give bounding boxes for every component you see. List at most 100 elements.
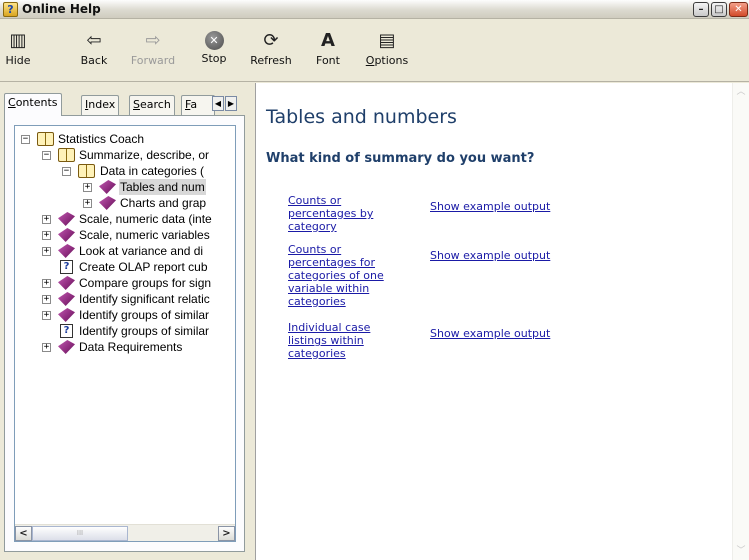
link-line: categories of one	[288, 269, 384, 282]
tree-item[interactable]: − Summarize, describe, or	[15, 147, 235, 163]
expand-icon[interactable]: +	[42, 279, 51, 288]
book-icon	[58, 292, 75, 306]
link-line: listings within	[288, 334, 364, 347]
tree-item[interactable]: + Charts and grap	[15, 195, 235, 211]
book-icon	[58, 308, 75, 322]
collapse-icon[interactable]: −	[62, 167, 71, 176]
tree-item[interactable]: − Data in categories (	[15, 163, 235, 179]
show-example-output-link[interactable]: Show example output	[430, 249, 550, 262]
options-icon: ▤	[378, 30, 396, 51]
maximize-button[interactable]: □	[711, 2, 727, 17]
tree-item[interactable]: + Compare groups for sign	[15, 275, 235, 291]
expand-icon[interactable]: +	[42, 343, 51, 352]
book-icon	[58, 212, 75, 226]
back-label: Back	[80, 54, 108, 67]
contents-tree: − Statistics Coach − Summarize, describe…	[14, 125, 236, 542]
font-icon: A	[321, 30, 335, 51]
tab-search[interactable]: Search	[129, 95, 175, 115]
stop-button[interactable]: ✕ Stop	[197, 27, 231, 77]
collapse-icon[interactable]: −	[21, 135, 30, 144]
book-icon	[58, 340, 75, 354]
tree-item-label: Scale, numeric variables	[79, 228, 210, 242]
hide-button[interactable]: ▥ Hide	[2, 27, 34, 77]
summary-option-link[interactable]: Individual case listings within categori…	[288, 321, 418, 360]
tree-item-label: Statistics Coach	[58, 132, 145, 146]
back-button[interactable]: ⇦ Back	[78, 27, 110, 77]
expand-icon[interactable]: +	[42, 295, 51, 304]
tab-contents[interactable]: Contents	[4, 93, 62, 116]
show-example-output-link[interactable]: Show example output	[430, 200, 550, 213]
expand-icon[interactable]: +	[42, 215, 51, 224]
summary-option-link[interactable]: Counts or percentages for categories of …	[288, 243, 418, 308]
tree-item[interactable]: + Data Requirements	[15, 339, 235, 355]
options-button[interactable]: ▤ Options	[364, 27, 410, 77]
help-topic-icon: ?	[60, 324, 73, 338]
tree-item[interactable]: + Identify groups of similar	[15, 307, 235, 323]
tree-item-label: Scale, numeric data (inte	[79, 212, 212, 226]
tree-item[interactable]: − Statistics Coach	[15, 131, 235, 147]
font-button[interactable]: A Font	[314, 27, 342, 77]
summary-option-link[interactable]: Counts or percentages by category	[288, 194, 418, 233]
help-topic-icon: ?	[60, 260, 73, 274]
expand-icon[interactable]: +	[42, 231, 51, 240]
tab-index[interactable]: Index	[81, 95, 120, 115]
tab-scroll-left-icon[interactable]: ◀	[212, 96, 224, 111]
topic-pane: Tables and numbers What kind of summary …	[255, 83, 749, 560]
tab-favorites[interactable]: Fa	[181, 95, 215, 115]
scroll-up-icon[interactable]: ︿	[735, 86, 747, 98]
hide-label: Hide	[5, 54, 31, 67]
tree-item[interactable]: + Tables and num	[15, 179, 235, 195]
expand-icon[interactable]: +	[83, 183, 92, 192]
options-label: Options	[365, 54, 409, 67]
tab-scroll-right-icon[interactable]: ▶	[225, 96, 237, 111]
tree-item-label: Identify significant relatic	[79, 292, 210, 306]
font-label: Font	[316, 54, 340, 67]
link-line: percentages by	[288, 207, 374, 220]
expand-icon[interactable]: +	[42, 247, 51, 256]
scroll-right-icon[interactable]: >	[218, 526, 235, 541]
forward-button[interactable]: ⇨ Forward	[130, 27, 176, 77]
link-line: percentages for	[288, 256, 375, 269]
stop-label: Stop	[201, 52, 227, 65]
minimize-button[interactable]: –	[693, 2, 709, 17]
link-line: Counts or	[288, 194, 342, 207]
expand-icon[interactable]: +	[83, 199, 92, 208]
link-line: category	[288, 220, 337, 233]
tree-item[interactable]: + Scale, numeric variables	[15, 227, 235, 243]
toolbar: ▥ Hide ⇦ Back ⇨ Forward ✕ Stop ⟳ Refresh…	[0, 20, 749, 82]
collapse-icon[interactable]: −	[42, 151, 51, 160]
title-bar: ? Online Help – □ ✕	[0, 0, 749, 19]
link-line: Individual case	[288, 321, 371, 334]
open-book-icon	[58, 148, 75, 162]
book-icon	[99, 180, 116, 194]
open-book-icon	[37, 132, 54, 146]
forward-label: Forward	[130, 54, 176, 67]
tree-item[interactable]: ? Identify groups of similar	[15, 323, 235, 339]
open-book-icon	[78, 164, 95, 178]
book-icon	[58, 244, 75, 258]
tree-item-label: Identify groups of similar	[79, 324, 210, 338]
tree-item-label: Summarize, describe, or	[79, 148, 210, 162]
link-line: Counts or	[288, 243, 342, 256]
tree-item[interactable]: ? Create OLAP report cub	[15, 259, 235, 275]
window-title: Online Help	[22, 2, 101, 16]
close-button[interactable]: ✕	[729, 2, 748, 17]
refresh-icon: ⟳	[263, 30, 279, 51]
scrollbar-thumb[interactable]: III	[32, 526, 128, 541]
stop-icon: ✕	[204, 31, 224, 50]
scroll-down-icon[interactable]: ﹀	[735, 545, 747, 557]
tree-item-label: Look at variance and di	[79, 244, 204, 258]
book-icon	[99, 196, 116, 210]
tree-item[interactable]: + Identify significant relatic	[15, 291, 235, 307]
topic-vertical-scrollbar[interactable]: ︿ ﹀	[732, 83, 749, 560]
expand-icon[interactable]: +	[42, 311, 51, 320]
tree-item-label: Compare groups for sign	[79, 276, 212, 290]
tree-item[interactable]: + Scale, numeric data (inte	[15, 211, 235, 227]
tree-item-label: Tables and num	[119, 179, 206, 195]
refresh-button[interactable]: ⟳ Refresh	[248, 27, 294, 77]
scroll-left-icon[interactable]: <	[15, 526, 32, 541]
book-icon	[58, 276, 75, 290]
tree-horizontal-scrollbar[interactable]: < III >	[15, 524, 235, 541]
tree-item[interactable]: + Look at variance and di	[15, 243, 235, 259]
show-example-output-link[interactable]: Show example output	[430, 327, 550, 340]
